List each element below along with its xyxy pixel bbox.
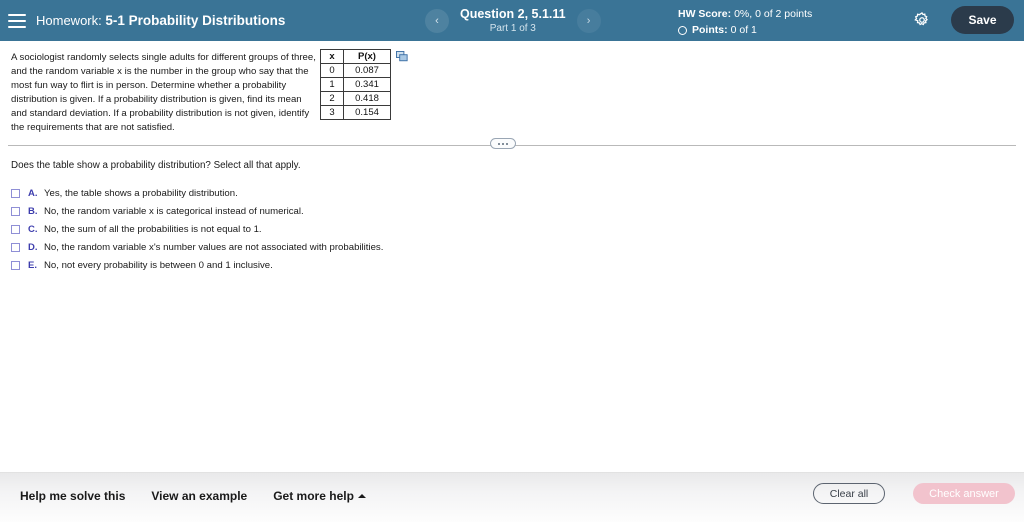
- option-text-d: No, the random variable x's number value…: [44, 241, 384, 253]
- option-letter-e: E.: [28, 259, 37, 271]
- points-row: Points: 0 of 1: [678, 23, 812, 39]
- homework-title: Homework: 5-1 Probability Distributions: [36, 13, 285, 28]
- points-value: 0 of 1: [730, 23, 757, 36]
- cell-x: 0: [320, 63, 344, 78]
- help-me-solve-this-link[interactable]: Help me solve this: [20, 489, 125, 503]
- question-info: Question 2, 5.1.11 Part 1 of 3: [460, 7, 566, 35]
- table-header-row: x P(x): [320, 49, 391, 64]
- dot: [506, 142, 508, 145]
- score-summary: HW Score: 0%, 0 of 2 points Points: 0 of…: [678, 7, 812, 39]
- option-text-e: No, not every probability is between 0 a…: [44, 259, 273, 271]
- copy-table-icon[interactable]: [396, 51, 409, 64]
- hw-score-row: HW Score: 0%, 0 of 2 points: [678, 7, 812, 23]
- cell-x: 3: [320, 105, 344, 120]
- option-letter-b: B.: [28, 205, 38, 217]
- probability-table: x P(x) 0 0.087 1 0.341 2 0.418 3 0.154: [320, 49, 391, 120]
- table-row: 0 0.087: [320, 63, 391, 78]
- cell-px: 0.341: [343, 77, 391, 92]
- cell-px: 0.418: [343, 91, 391, 106]
- option-d[interactable]: D. No, the random variable x's number va…: [11, 238, 611, 256]
- homework-label: Homework:: [36, 13, 102, 28]
- option-letter-d: D.: [28, 241, 38, 253]
- column-header-x: x: [320, 49, 344, 64]
- save-button[interactable]: Save: [951, 6, 1014, 34]
- homework-name: 5-1 Probability Distributions: [105, 13, 286, 28]
- checkbox-d[interactable]: [11, 242, 20, 252]
- option-letter-a: A.: [28, 187, 38, 199]
- hamburger-line: [8, 25, 26, 28]
- option-letter-c: C.: [28, 223, 38, 235]
- option-e[interactable]: E. No, not every probability is between …: [11, 256, 611, 274]
- answer-prompt: Does the table show a probability distri…: [11, 160, 301, 171]
- checkbox-a[interactable]: [11, 188, 20, 198]
- chevron-left-icon[interactable]: ‹: [425, 8, 449, 33]
- points-label: Points:: [692, 23, 728, 36]
- answer-options: A. Yes, the table shows a probability di…: [11, 184, 611, 274]
- view-an-example-link[interactable]: View an example: [151, 489, 247, 503]
- table-row: 3 0.154: [320, 105, 391, 120]
- drag-handle-dots-icon[interactable]: [490, 138, 516, 149]
- hw-score-label: HW Score:: [678, 8, 732, 20]
- check-answer-button[interactable]: Check answer: [913, 483, 1015, 504]
- dot: [502, 142, 504, 145]
- dot: [498, 142, 500, 145]
- caret-up-icon: [357, 493, 366, 498]
- question-title: Question 2, 5.1.11: [460, 6, 566, 21]
- question-part: Part 1 of 3: [489, 22, 536, 34]
- gear-icon[interactable]: [913, 11, 931, 29]
- table-row: 1 0.341: [320, 77, 391, 92]
- option-c[interactable]: C. No, the sum of all the probabilities …: [11, 220, 611, 238]
- hamburger-line: [8, 19, 26, 22]
- question-navigator: ‹ Question 2, 5.1.11 Part 1 of 3 ›: [425, 0, 601, 41]
- get-more-help-label: Get more help: [273, 489, 354, 503]
- panel-divider: [0, 138, 1024, 152]
- clear-all-button[interactable]: Clear all: [813, 483, 885, 504]
- chevron-right-icon[interactable]: ›: [576, 8, 601, 33]
- help-links: Help me solve this View an example Get m…: [20, 489, 366, 503]
- table-row: 2 0.418: [320, 91, 391, 106]
- cell-x: 2: [320, 91, 344, 106]
- option-b[interactable]: B. No, the random variable x is categori…: [11, 202, 611, 220]
- column-header-px: P(x): [343, 49, 391, 64]
- checkbox-c[interactable]: [11, 224, 20, 234]
- get-more-help-link[interactable]: Get more help: [273, 489, 366, 503]
- option-text-c: No, the sum of all the probabilities is …: [44, 223, 262, 235]
- cell-px: 0.087: [343, 63, 391, 78]
- option-text-b: No, the random variable x is categorical…: [44, 205, 304, 217]
- hamburger-line: [8, 13, 26, 16]
- app-header: Homework: 5-1 Probability Distributions …: [0, 0, 1024, 41]
- checkbox-e[interactable]: [11, 260, 20, 270]
- option-text-a: Yes, the table shows a probability distr…: [44, 187, 238, 199]
- checkbox-b[interactable]: [11, 206, 20, 216]
- hw-score-value: 0%, 0 of 2 points: [734, 8, 813, 20]
- cell-px: 0.154: [343, 105, 391, 120]
- hamburger-icon[interactable]: [8, 13, 26, 28]
- problem-statement: A sociologist randomly selects single ad…: [11, 52, 316, 134]
- option-a[interactable]: A. Yes, the table shows a probability di…: [11, 184, 611, 202]
- circle-icon: [678, 26, 687, 36]
- probability-table-container: x P(x) 0 0.087 1 0.341 2 0.418 3 0.154: [320, 49, 409, 120]
- cell-x: 1: [320, 77, 344, 92]
